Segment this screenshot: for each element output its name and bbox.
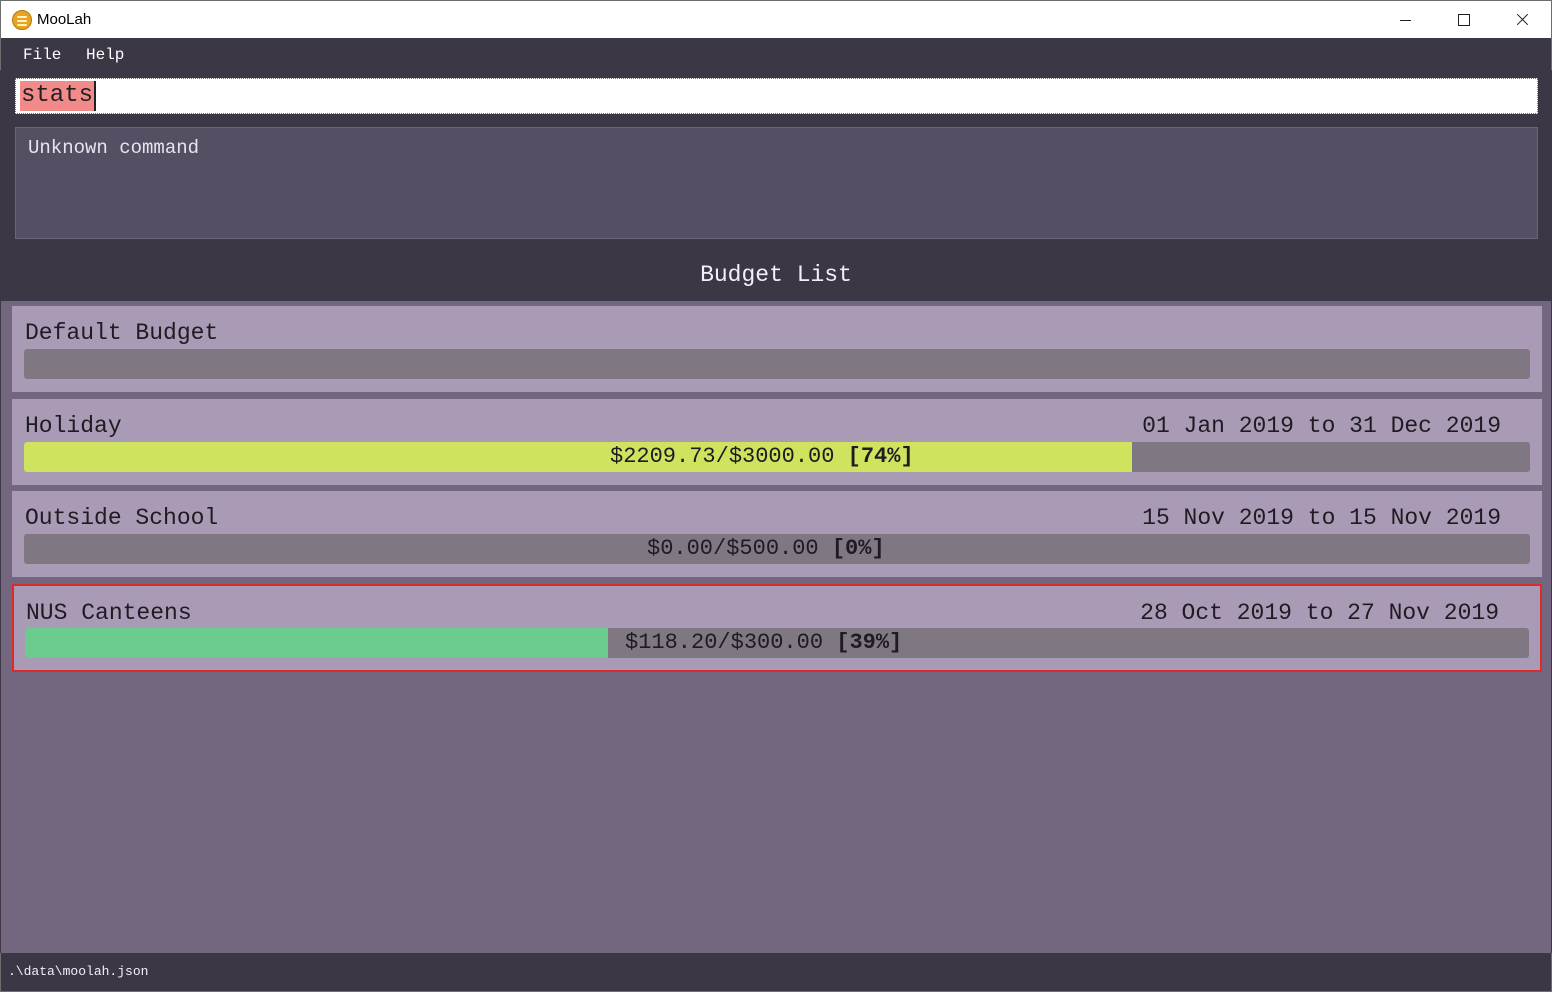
panel-title: Budget List [700,262,852,288]
budget-name: NUS Canteens [26,600,192,626]
window-title: MooLah [37,11,92,28]
data-file-path: .\data\moolah.json [8,964,149,979]
budget-progress-bar: $0.00/$500.00 [0%] [24,534,1530,564]
budget-card-nus-canteens[interactable]: NUS Canteens 28 Oct 2019 to 27 Nov 2019 … [12,584,1542,672]
budget-name: Outside School [25,505,219,531]
menu-file[interactable]: File [23,46,61,64]
command-input-text: stats [20,81,97,111]
maximize-icon[interactable] [1435,1,1493,39]
budget-name: Default Budget [25,320,219,346]
budget-percent: [0%] [831,536,885,561]
budget-amount: $2209.73/$3000.00 [610,444,835,469]
budget-progress-fill [25,628,608,658]
budget-progress-label: $118.20/$300.00 [39%] [625,630,902,655]
moolah-app-icon [12,10,32,30]
close-icon[interactable] [1493,1,1551,39]
budget-card-default[interactable]: Default Budget [12,306,1542,392]
budget-name: Holiday [25,413,122,439]
budget-progress-label: $0.00/$500.00 [0%] [647,536,885,561]
budget-percent: [39%] [836,630,903,655]
budget-period: 15 Nov 2019 to 15 Nov 2019 [1142,505,1501,531]
result-display: Unknown command [15,127,1538,239]
budget-progress-label: $2209.73/$3000.00 [74%] [610,444,914,469]
command-input[interactable]: stats [15,78,1538,114]
menu-bar: File Help [0,38,1552,70]
budget-period: 01 Jan 2019 to 31 Dec 2019 [1142,413,1501,439]
budget-percent: [74%] [847,444,914,469]
budget-progress-bar: $2209.73/$3000.00 [74%] [24,442,1530,472]
budget-card-outside-school[interactable]: Outside School 15 Nov 2019 to 15 Nov 201… [12,491,1542,577]
title-bar: MooLah [0,0,1552,38]
menu-help[interactable]: Help [86,46,124,64]
budget-card-holiday[interactable]: Holiday 01 Jan 2019 to 31 Dec 2019 $2209… [12,399,1542,485]
budget-list-header: Budget List [0,252,1552,300]
minimize-icon[interactable] [1377,1,1435,39]
budget-progress-bar [24,349,1530,379]
budget-amount: $118.20/$300.00 [625,630,824,655]
budget-progress-fill [24,442,1132,472]
budget-amount: $0.00/$500.00 [647,536,819,561]
budget-period: 28 Oct 2019 to 27 Nov 2019 [1140,600,1499,626]
status-bar: .\data\moolah.json [0,953,1552,992]
result-message: Unknown command [28,137,200,159]
budget-list[interactable]: Default Budget Holiday 01 Jan 2019 to 31… [1,301,1551,953]
budget-progress-bar: $118.20/$300.00 [39%] [25,628,1529,658]
